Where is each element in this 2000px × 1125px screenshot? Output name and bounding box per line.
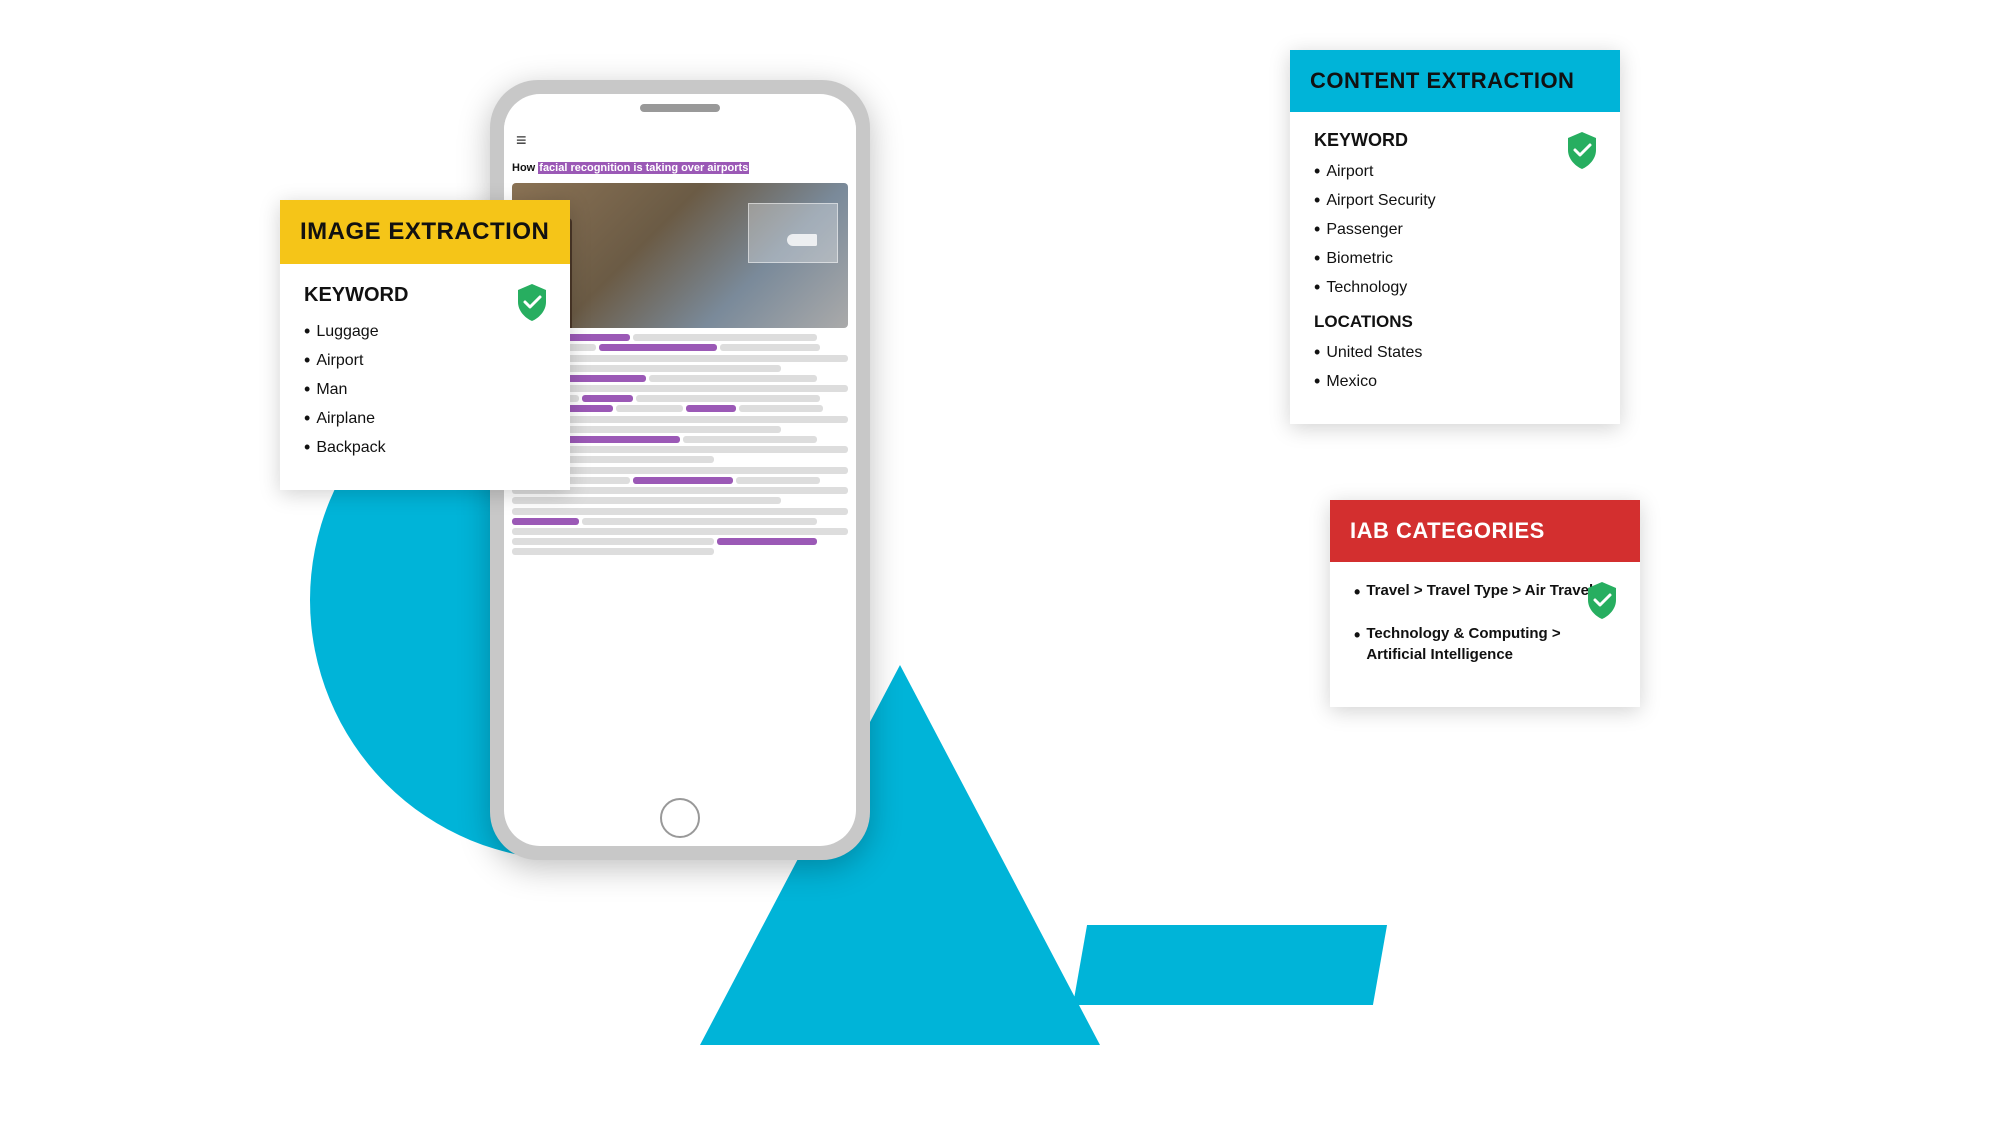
- iab-body: Travel > Travel Type > Air Travel Techno…: [1330, 562, 1640, 707]
- list-item: Mexico: [1314, 371, 1596, 392]
- image-extraction-body: KEYWORD Luggage Airport Man Airplane Bac…: [280, 264, 570, 490]
- content-locations-label: LOCATIONS: [1314, 312, 1596, 332]
- content-extraction-card: CONTENT EXTRACTION KEYWORD Airport Airpo…: [1290, 50, 1620, 424]
- shield-check-icon: [510, 280, 554, 324]
- article-title: How facial recognition is taking over ai…: [512, 161, 848, 175]
- list-item: Biometric: [1314, 248, 1596, 269]
- list-item: Man: [304, 379, 546, 400]
- bg-blue-rect: [1073, 925, 1387, 1005]
- content-keyword-label: KEYWORD: [1314, 130, 1596, 151]
- content-extraction-body: KEYWORD Airport Airport Security Passeng…: [1290, 112, 1620, 424]
- iab-item-text-2: Technology & Computing > Artificial Inte…: [1354, 623, 1616, 665]
- list-item: Airplane: [304, 408, 546, 429]
- shield-check-icon-iab: [1580, 578, 1624, 622]
- list-item: Airport Security: [1314, 190, 1596, 211]
- content-keyword-list: Airport Airport Security Passenger Biome…: [1314, 161, 1596, 298]
- list-item: Passenger: [1314, 219, 1596, 240]
- list-item: Airport: [1314, 161, 1596, 182]
- iab-item-2: Technology & Computing > Artificial Inte…: [1354, 623, 1616, 665]
- iab-item-text-1: Travel > Travel Type > Air Travel: [1354, 580, 1616, 605]
- hamburger-icon: ≡: [512, 126, 848, 155]
- airport-window: [748, 203, 838, 263]
- iab-title: IAB CATEGORIES: [1350, 518, 1620, 544]
- article-text-block-5: [512, 508, 848, 555]
- image-extraction-card: IMAGE EXTRACTION KEYWORD Luggage Airport…: [280, 200, 570, 490]
- content-locations-list: United States Mexico: [1314, 342, 1596, 392]
- image-extraction-header: IMAGE EXTRACTION: [280, 200, 570, 264]
- image-keyword-list: Luggage Airport Man Airplane Backpack: [304, 321, 546, 458]
- article-title-highlight: facial recognition is taking over airpor…: [538, 162, 749, 174]
- content-extraction-title: CONTENT EXTRACTION: [1310, 68, 1600, 94]
- iab-categories-card: IAB CATEGORIES Travel > Travel Type > Ai…: [1330, 500, 1640, 707]
- iab-header: IAB CATEGORIES: [1330, 500, 1640, 562]
- list-item: United States: [1314, 342, 1596, 363]
- list-item: Technology: [1314, 277, 1596, 298]
- list-item: Luggage: [304, 321, 546, 342]
- list-item: Airport: [304, 350, 546, 371]
- list-item: Backpack: [304, 437, 546, 458]
- iab-item-1: Travel > Travel Type > Air Travel: [1354, 580, 1616, 605]
- content-extraction-header: CONTENT EXTRACTION: [1290, 50, 1620, 112]
- shield-check-icon-content: [1560, 128, 1604, 172]
- airplane-image: [787, 234, 817, 246]
- phone-speaker: [640, 104, 720, 112]
- phone-home-button: [660, 798, 700, 838]
- image-extraction-title: IMAGE EXTRACTION: [300, 218, 550, 246]
